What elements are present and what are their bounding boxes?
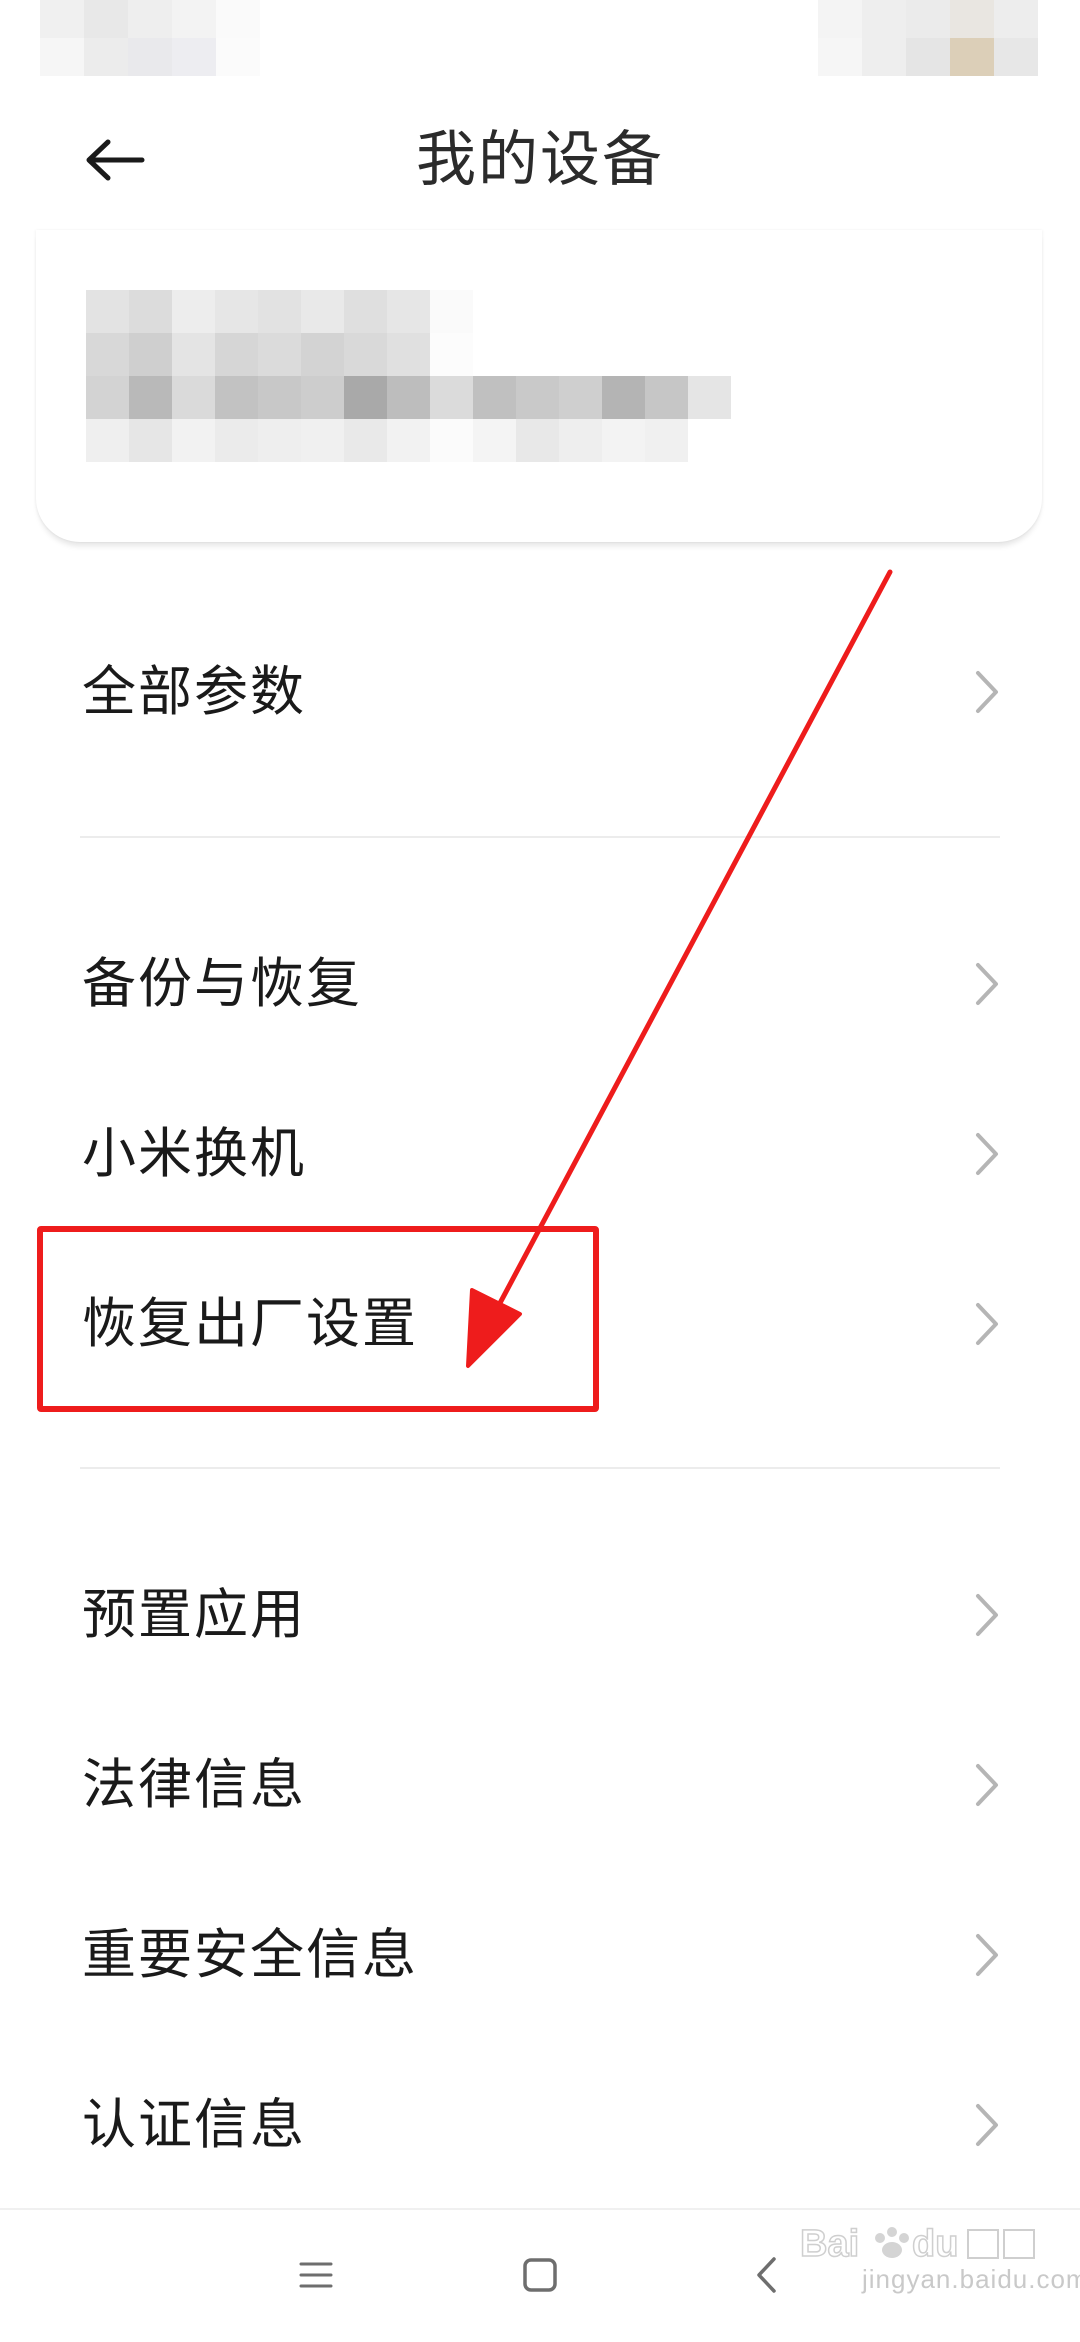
- svg-text:du: du: [912, 2223, 958, 2265]
- divider: [80, 1467, 1000, 1469]
- chevron-right-icon: [976, 963, 998, 1005]
- menu-item-safety-info[interactable]: 重要安全信息: [0, 1870, 1080, 2040]
- menu-item-label: 预置应用: [82, 1583, 306, 1646]
- chevron-right-icon: [976, 1764, 998, 1806]
- recent-apps-button[interactable]: [276, 2240, 356, 2310]
- home-button[interactable]: [500, 2240, 580, 2310]
- menu-item-label: 全部参数: [82, 660, 306, 723]
- menu-item-label: 法律信息: [82, 1753, 306, 1816]
- arrow-left-icon: [86, 139, 145, 181]
- hamburger-icon: [299, 2262, 333, 2288]
- page-title: 我的设备: [416, 125, 664, 195]
- menu-item-legal-info[interactable]: 法律信息: [0, 1700, 1080, 1870]
- back-button[interactable]: [70, 120, 160, 200]
- menu-item-preinstalled-apps[interactable]: 预置应用: [0, 1530, 1080, 1700]
- chevron-right-icon: [976, 1303, 998, 1345]
- device-card[interactable]: [36, 230, 1042, 542]
- chevron-right-icon: [976, 1934, 998, 1976]
- menu-item-all-specs[interactable]: 全部参数: [0, 607, 1080, 777]
- svg-text:Bai: Bai: [800, 2223, 859, 2265]
- menu-item-label: 备份与恢复: [82, 952, 362, 1015]
- chevron-right-icon: [976, 671, 998, 713]
- status-bar-right-blur: [818, 0, 1038, 76]
- header: 我的设备: [0, 90, 1080, 230]
- divider: [80, 836, 1000, 838]
- annotation-highlight-box: [37, 1226, 599, 1412]
- menu-item-backup-restore[interactable]: 备份与恢复: [0, 899, 1080, 1069]
- watermark-text: jingyan.baidu.com: [862, 2264, 1080, 2294]
- device-name-blur: [86, 290, 473, 376]
- menu-item-label: 认证信息: [82, 2093, 306, 2156]
- device-info-blurred: [86, 260, 786, 470]
- baidu-jingyan-watermark: Bai du jingyan.baidu.com: [800, 2222, 1080, 2310]
- chevron-left-icon: [757, 2257, 776, 2293]
- menu-item-certification[interactable]: 认证信息: [0, 2040, 1080, 2210]
- chevron-right-icon: [976, 1594, 998, 1636]
- chevron-right-icon: [976, 1133, 998, 1175]
- baidu-jingyan-logo: Bai du: [800, 2222, 1035, 2266]
- menu-item-mi-mover[interactable]: 小米换机: [0, 1069, 1080, 1239]
- status-bar-left-blur: [40, 0, 260, 76]
- menu-item-label: 重要安全信息: [82, 1923, 418, 1986]
- square-home-icon: [523, 2258, 557, 2292]
- back-nav-button[interactable]: [726, 2240, 806, 2310]
- menu-item-label: 小米换机: [82, 1122, 306, 1185]
- chevron-right-icon: [976, 2104, 998, 2146]
- device-detail-blur: [86, 376, 774, 462]
- status-bar: [0, 0, 1080, 90]
